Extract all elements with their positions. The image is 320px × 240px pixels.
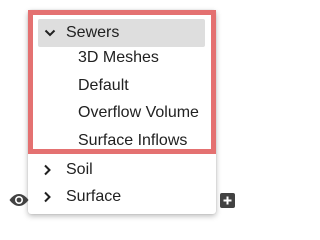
chevron-down-icon[interactable]: [43, 26, 57, 40]
tree-item-soil[interactable]: Soil: [28, 160, 216, 180]
tree-item-3d-meshes[interactable]: 3D Meshes: [28, 48, 216, 68]
tree-item-surface[interactable]: Surface: [28, 187, 216, 207]
chevron-right-icon[interactable]: [40, 163, 54, 177]
plus-box-icon[interactable]: [220, 193, 235, 208]
tree-item-label: Sewers: [66, 24, 120, 41]
tree-item-label: Surface Inflows: [78, 132, 188, 149]
layer-tree-panel: Sewers 3D Meshes Default Overflow Volume…: [28, 10, 216, 214]
tree-item-label: 3D Meshes: [78, 49, 159, 66]
eye-icon[interactable]: [7, 190, 31, 210]
tree-item-label: Soil: [66, 161, 93, 178]
tree-item-surface-inflows[interactable]: Surface Inflows: [28, 131, 216, 151]
tree-item-label: Overflow Volume: [78, 104, 199, 121]
tree-item-sewers[interactable]: Sewers: [38, 19, 205, 47]
chevron-right-icon[interactable]: [40, 190, 54, 204]
tree-item-label: Default: [78, 77, 129, 94]
tree-item-overflow-volume[interactable]: Overflow Volume: [28, 103, 216, 123]
tree-item-default[interactable]: Default: [28, 76, 216, 96]
tree-item-label: Surface: [66, 188, 122, 205]
